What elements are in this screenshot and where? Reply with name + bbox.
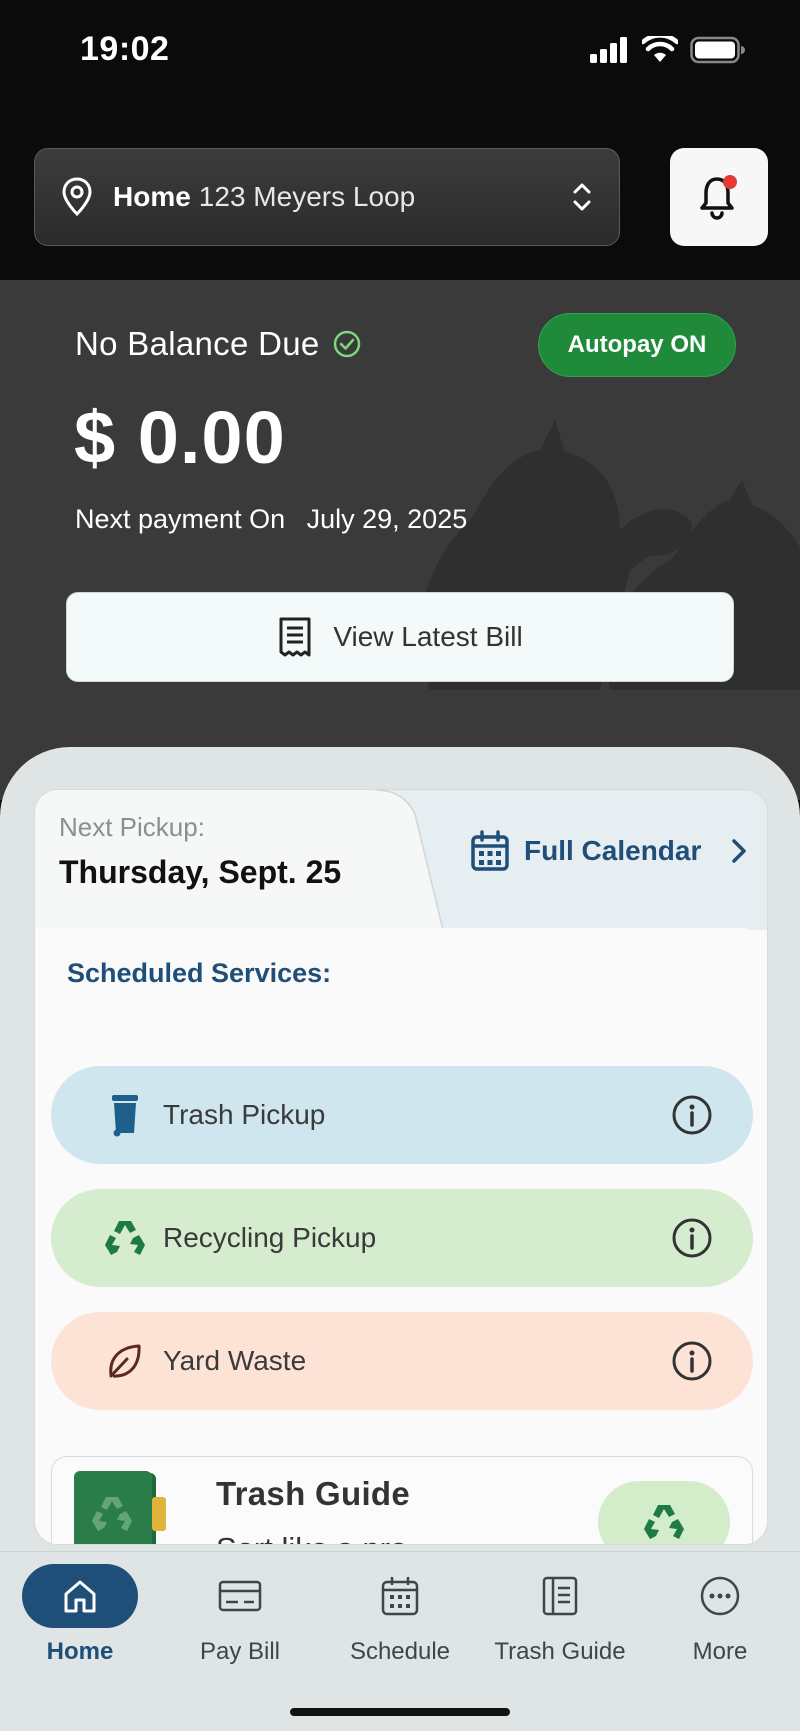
- nav-label: Schedule: [349, 1638, 451, 1665]
- info-icon[interactable]: [671, 1340, 713, 1382]
- pickup-card: Next Pickup: Thursday, Sept. 25 Full Cal…: [34, 789, 768, 1545]
- service-label: Recycling Pickup: [163, 1222, 377, 1253]
- nav-schedule-pill: [342, 1564, 458, 1628]
- nav-more[interactable]: More: [640, 1564, 800, 1666]
- view-latest-bill-button[interactable]: View Latest Bill: [66, 592, 734, 682]
- next-pickup-date: Thursday, Sept. 25: [59, 854, 342, 890]
- address-name: Home: [113, 181, 191, 212]
- status-time: 19:02: [80, 30, 170, 68]
- notification-dot: [723, 175, 737, 189]
- nav-label: Pay Bill: [199, 1638, 281, 1665]
- next-pickup-label: Next Pickup:: [59, 812, 205, 842]
- nav-schedule[interactable]: Schedule: [320, 1564, 480, 1666]
- nav-label: Trash Guide: [494, 1638, 626, 1665]
- status-icons: [590, 36, 746, 64]
- leaf-icon: [103, 1339, 147, 1383]
- balance-status-text: No Balance Due: [75, 325, 320, 362]
- notifications-button[interactable]: [670, 148, 768, 246]
- calendar-icon: [381, 1577, 419, 1616]
- address-text: Home 123 Meyers Loop: [113, 181, 571, 213]
- service-label: Yard Waste: [163, 1345, 307, 1376]
- scheduled-services-title: Scheduled Services:: [67, 958, 332, 988]
- trash-guide-title: Trash Guide: [216, 1475, 411, 1512]
- status-bar: 19:02: [0, 0, 800, 100]
- bottom-nav: Home Pay Bill Schedule Trash Guide More: [0, 1551, 800, 1731]
- full-calendar-link[interactable]: Full Calendar: [470, 830, 751, 872]
- trash-guide-button[interactable]: [598, 1481, 730, 1544]
- battery-icon: [690, 36, 745, 64]
- nav-home[interactable]: Home: [0, 1564, 160, 1666]
- nav-pay-bill[interactable]: Pay Bill: [160, 1564, 320, 1666]
- recycle-icon: [103, 1216, 147, 1260]
- nav-label: Home: [46, 1638, 114, 1665]
- nav-pay-bill-pill: [182, 1564, 298, 1628]
- wifi-icon: [642, 36, 678, 62]
- scheduled-services-panel: Scheduled Services: Trash Pickup Recycli…: [35, 928, 767, 1544]
- next-payment-label: Next payment On: [75, 504, 286, 534]
- trash-guide-card[interactable]: Trash Guide Sort like a pro: [51, 1456, 753, 1544]
- next-payment: Next payment On July 29, 2025: [75, 504, 467, 535]
- info-icon[interactable]: [671, 1094, 713, 1136]
- home-indicator: [290, 1708, 510, 1716]
- service-label: Trash Pickup: [163, 1099, 326, 1130]
- calendar-icon: [471, 830, 509, 871]
- trash-guide-subtitle: Sort like a pro: [216, 1531, 407, 1544]
- service-yard-waste[interactable]: Yard Waste: [51, 1312, 753, 1410]
- full-calendar-label: Full Calendar: [524, 835, 702, 866]
- signal-icon: [590, 37, 627, 63]
- home-icon: [64, 1580, 96, 1613]
- pickup-section: Next Pickup: Thursday, Sept. 25 Full Cal…: [0, 747, 800, 1567]
- recycle-icon: [644, 1505, 684, 1539]
- card-icon: [218, 1580, 262, 1612]
- nav-trash-guide-pill: [502, 1564, 618, 1628]
- autopay-badge[interactable]: Autopay ON: [538, 313, 736, 377]
- info-icon[interactable]: [671, 1217, 713, 1259]
- address-street: 123 Meyers Loop: [198, 181, 416, 212]
- address-selector[interactable]: Home 123 Meyers Loop: [34, 148, 620, 246]
- balance-status: No Balance Due: [75, 325, 362, 363]
- nav-label: More: [692, 1638, 748, 1665]
- header: Home 123 Meyers Loop: [0, 100, 800, 280]
- balance-section: No Balance Due Autopay ON $ 0.00 Next pa…: [0, 280, 800, 800]
- chevron-right-icon: [732, 839, 747, 863]
- chevron-up-down-icon: [573, 183, 591, 211]
- balance-amount: $ 0.00: [74, 396, 286, 479]
- bell-icon: [700, 175, 737, 220]
- view-latest-bill-label: View Latest Bill: [333, 621, 523, 652]
- next-payment-date: July 29, 2025: [306, 504, 468, 534]
- service-recycling-pickup[interactable]: Recycling Pickup: [51, 1189, 753, 1287]
- trash-bin-icon: [103, 1093, 147, 1137]
- nav-more-pill: [662, 1564, 778, 1628]
- nav-home-pill: [22, 1564, 138, 1628]
- location-pin-icon: [62, 177, 92, 217]
- check-circle-icon: [333, 330, 360, 358]
- nav-trash-guide[interactable]: Trash Guide: [480, 1564, 640, 1666]
- more-icon: [700, 1576, 740, 1616]
- receipt-icon: [279, 617, 311, 657]
- service-trash-pickup[interactable]: Trash Pickup: [51, 1066, 753, 1164]
- guide-icon: [542, 1576, 578, 1616]
- guide-book-icon: [74, 1471, 166, 1544]
